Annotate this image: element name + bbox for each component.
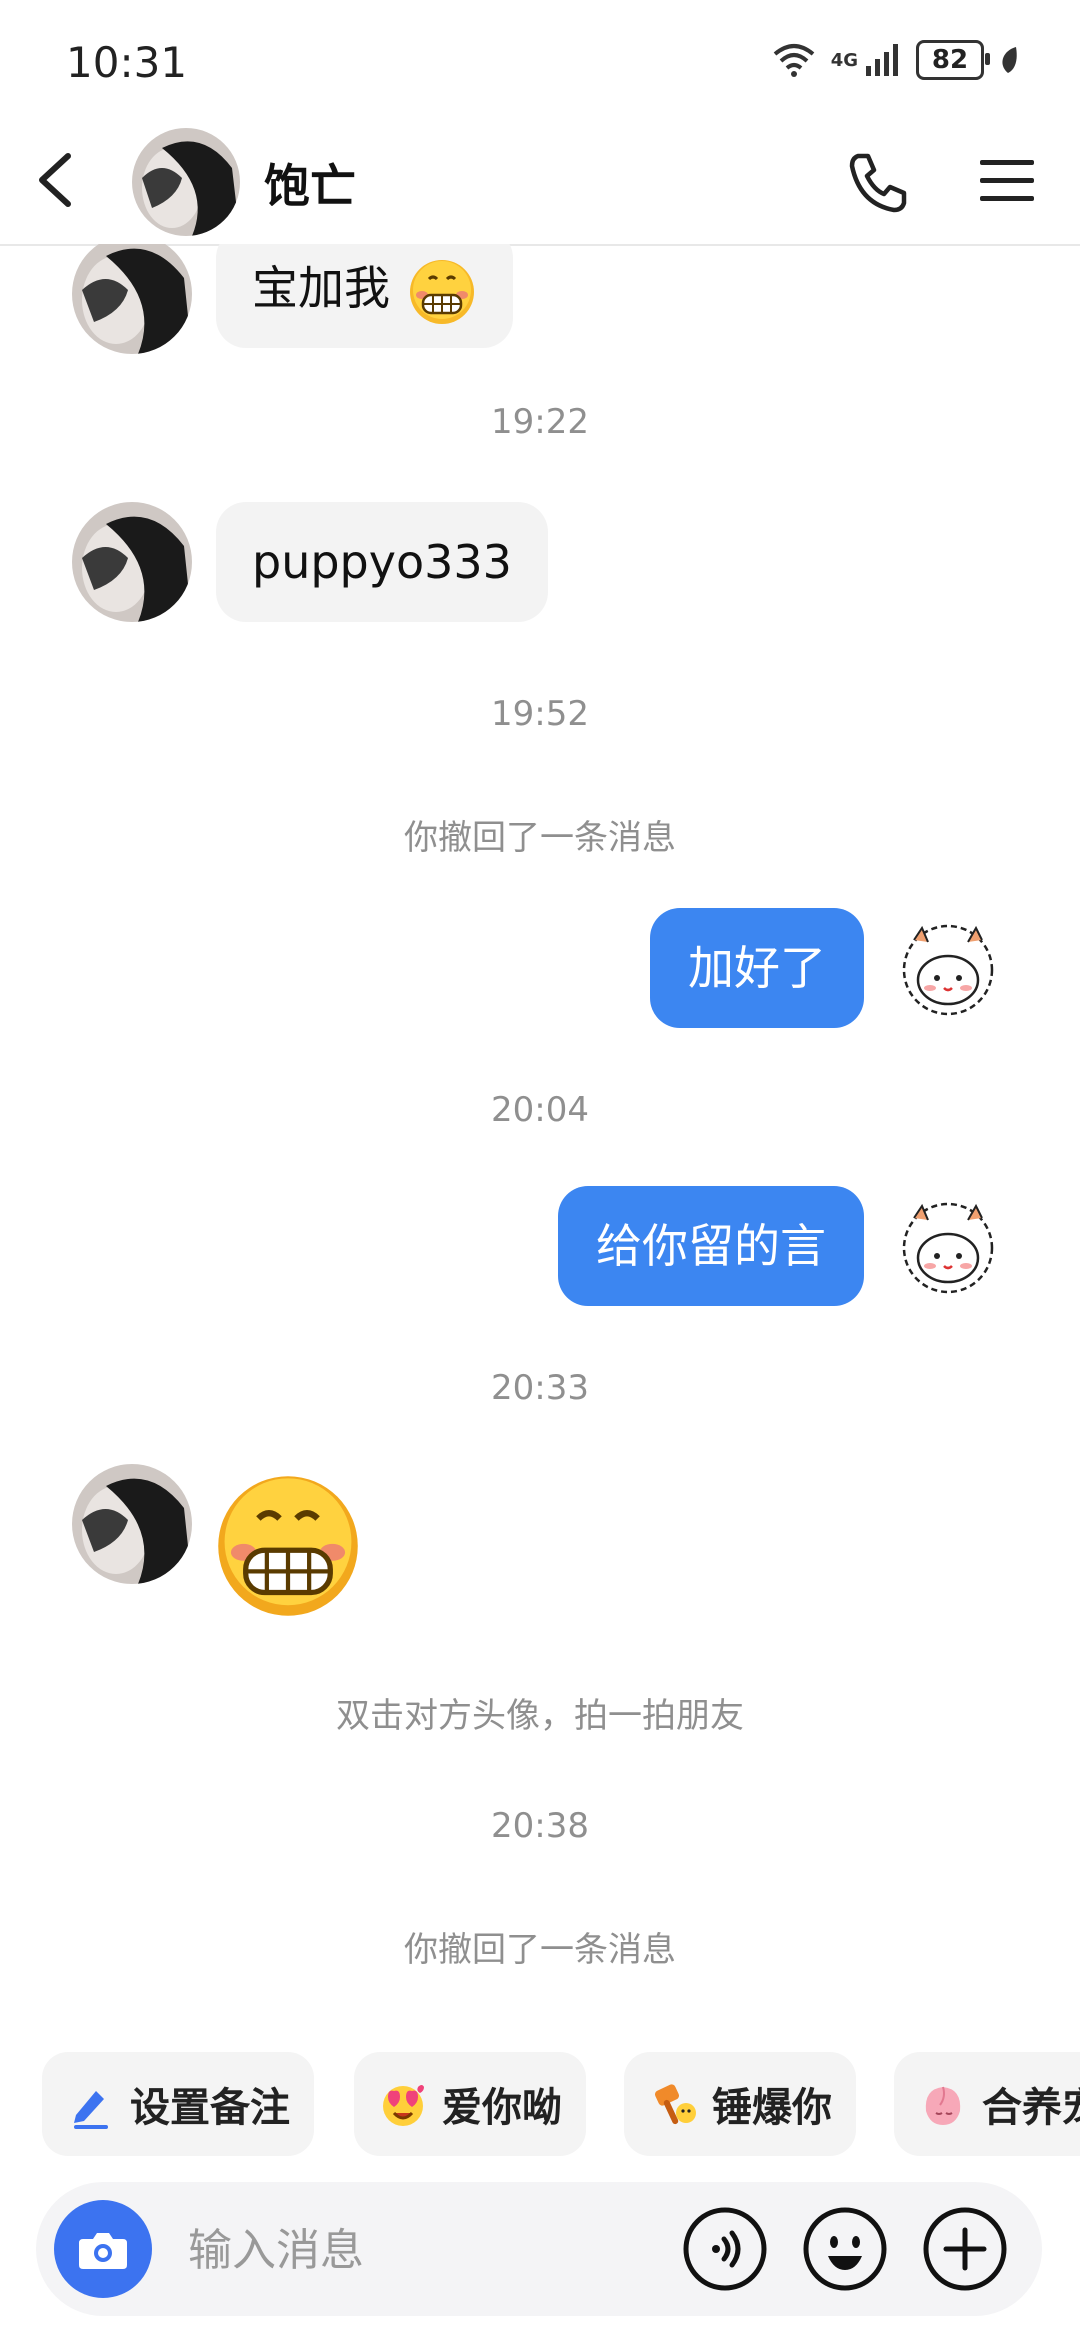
phone-icon[interactable] — [844, 148, 912, 216]
message-bubble-incoming[interactable]: 宝加我 — [216, 244, 513, 348]
pencil-icon — [74, 2091, 108, 2129]
grinning-emoji-icon[interactable] — [214, 1472, 362, 1620]
peach-pet-icon — [925, 2086, 961, 2125]
grinning-emoji-icon — [409, 259, 474, 324]
my-avatar[interactable] — [888, 908, 1008, 1028]
camera-button[interactable] — [54, 2200, 152, 2298]
leaf-icon — [1002, 47, 1017, 73]
contact-avatar-message[interactable] — [72, 244, 192, 354]
quick-actions-bar[interactable]: 设置备注 爱你呦 锤爆你 合养宠 — [0, 2052, 1080, 2156]
contact-name[interactable]: 饱亡 — [264, 150, 356, 216]
status-icons: 4G 82 — [769, 36, 1020, 84]
system-message-pat-hint: 双击对方头像，拍一拍朋友 — [336, 1696, 744, 1736]
timestamp: 19:22 — [491, 402, 589, 442]
system-message-recalled: 你撤回了一条消息 — [404, 1930, 676, 1970]
status-bar: 10:31 4G 82 — [0, 0, 1080, 120]
signal-icon — [866, 44, 898, 76]
quick-action-love-you[interactable]: 爱你呦 — [354, 2052, 586, 2156]
quick-action-pet[interactable]: 合养宠 — [894, 2052, 1080, 2156]
menu-icon[interactable] — [978, 156, 1036, 206]
wifi-icon — [773, 44, 814, 77]
timestamp: 20:04 — [491, 1090, 589, 1130]
timestamp: 19:52 — [491, 694, 589, 734]
heart-eyes-icon — [383, 2085, 424, 2126]
contact-avatar-message[interactable] — [72, 1464, 192, 1584]
camera-icon — [79, 2233, 127, 2269]
hammer-icon — [654, 2084, 696, 2125]
system-message-recalled: 你撤回了一条消息 — [404, 818, 676, 858]
contact-avatar-message[interactable] — [72, 502, 192, 622]
chat-header: 饱亡 — [0, 120, 1080, 246]
chat-message-list[interactable]: 宝加我 19:22 puppyo333 19:52 你撤回了一条消息 加好了 2… — [0, 244, 1080, 2044]
network-label: 4G — [830, 49, 858, 71]
timestamp: 20:33 — [491, 1368, 589, 1408]
status-time: 10:31 — [66, 38, 188, 87]
contact-avatar[interactable] — [132, 128, 240, 236]
plus-icon[interactable] — [922, 2206, 1008, 2292]
message-input[interactable] — [186, 2206, 660, 2294]
battery-indicator: 82 — [916, 40, 990, 80]
quick-action-set-remark[interactable]: 设置备注 — [42, 2052, 314, 2156]
voice-icon[interactable] — [682, 2206, 768, 2292]
back-arrow-icon[interactable] — [26, 148, 90, 212]
message-bubble-incoming[interactable]: puppyo333 — [216, 502, 548, 622]
my-avatar[interactable] — [888, 1186, 1008, 1306]
emoji-icon[interactable] — [802, 2206, 888, 2292]
message-bubble-outgoing[interactable]: 给你留的言 — [558, 1186, 864, 1306]
message-input-bar — [36, 2182, 1042, 2316]
timestamp: 20:38 — [491, 1806, 589, 1846]
quick-action-hammer[interactable]: 锤爆你 — [624, 2052, 856, 2156]
message-bubble-outgoing[interactable]: 加好了 — [650, 908, 864, 1028]
